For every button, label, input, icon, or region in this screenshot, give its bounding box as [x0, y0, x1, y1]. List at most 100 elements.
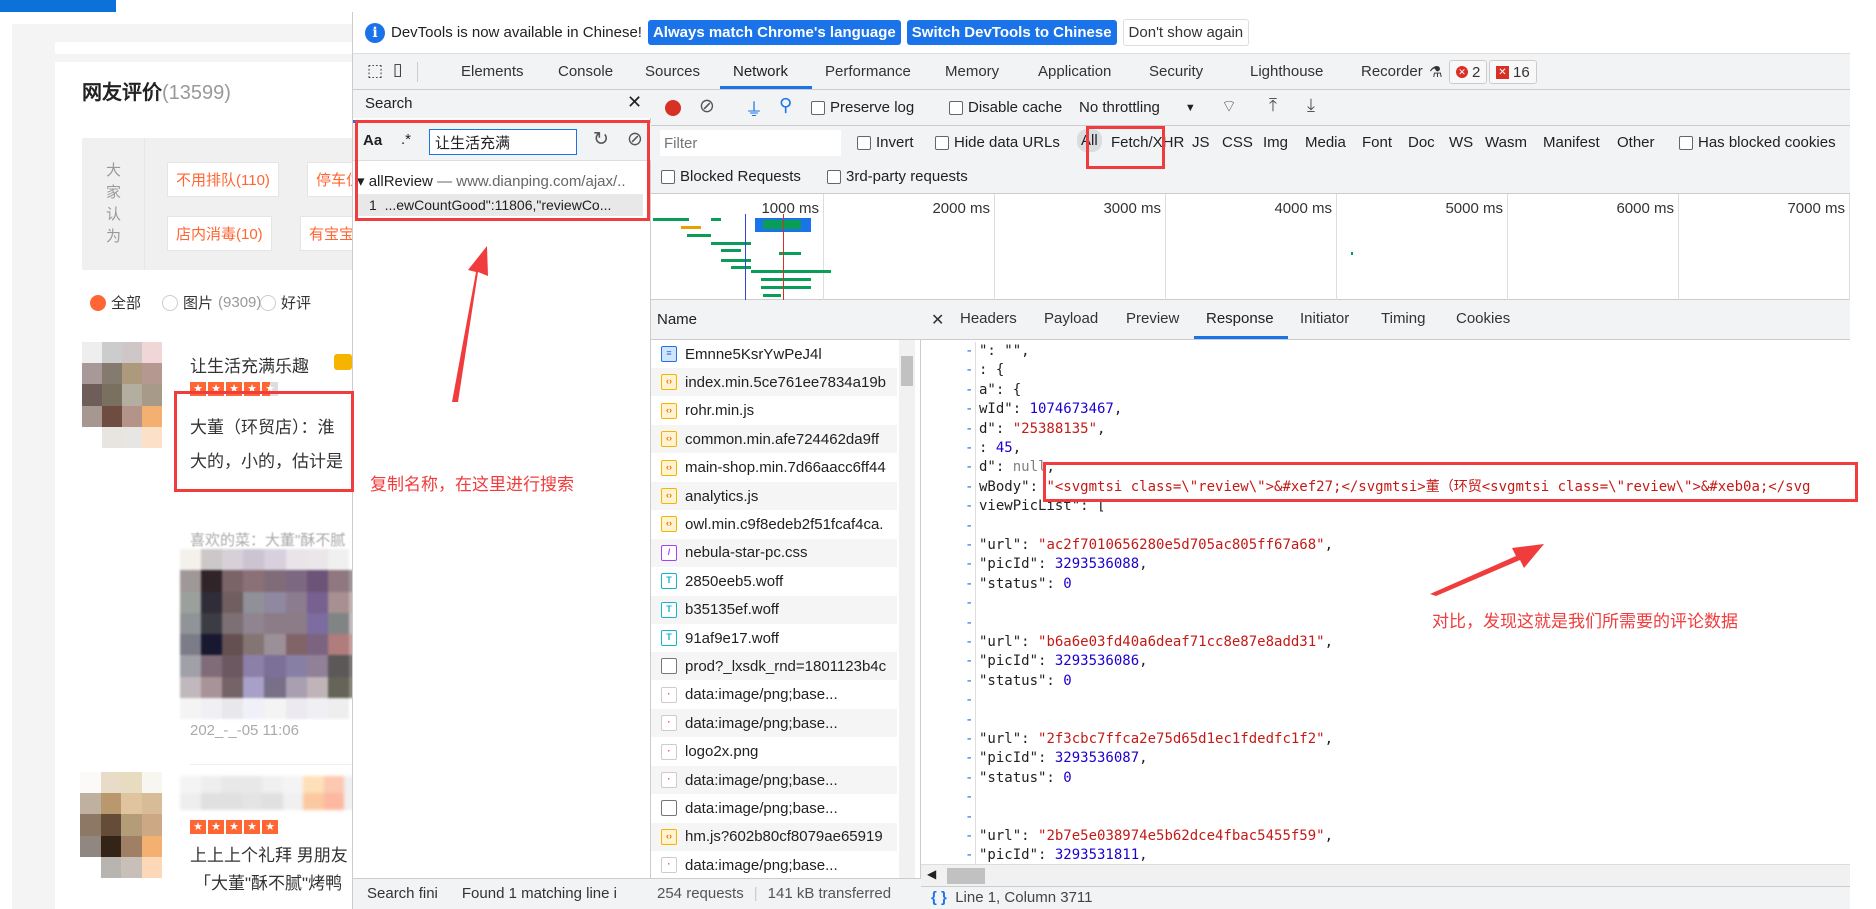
third-party-checkbox[interactable]: 3rd-party requests: [827, 168, 968, 185]
issues-badge[interactable]: ✕ 16: [1489, 60, 1537, 84]
reviewer-name[interactable]: 让生活充满乐趣: [190, 352, 309, 377]
request-row[interactable]: ≡ Emnne5KsrYwPeJ4l: [651, 340, 897, 368]
response-body[interactable]: - ": "", -: {- a": {- wId": 1074673467, - d": …: [921, 342, 1850, 864]
tab-application[interactable]: Application: [1038, 63, 1111, 80]
request-row[interactable]: prod?_lxsdk_rnd=1801123b4c: [651, 652, 897, 681]
checkbox[interactable]: [857, 135, 871, 150]
filter-all[interactable]: 全部: [90, 292, 141, 313]
dont-show-again-button[interactable]: Don't show again: [1122, 19, 1250, 46]
pretty-print-icon[interactable]: { }: [931, 889, 947, 906]
request-row[interactable]: · logo2x.png: [651, 738, 897, 766]
type-ws[interactable]: WS: [1449, 134, 1473, 151]
invert-checkbox[interactable]: Invert: [857, 134, 914, 151]
checkbox[interactable]: [811, 100, 825, 115]
import-har-icon[interactable]: ⤒: [1269, 95, 1277, 116]
tab-headers[interactable]: Headers: [960, 310, 1017, 327]
request-row[interactable]: T 91af9e17.woff: [651, 624, 897, 652]
tab-payload[interactable]: Payload: [1044, 310, 1098, 327]
scroll-left-icon[interactable]: ◀: [927, 867, 936, 881]
checkbox[interactable]: [935, 135, 949, 150]
tab-timing[interactable]: Timing: [1381, 310, 1425, 327]
name-column-header[interactable]: Name: [651, 300, 921, 340]
close-icon[interactable]: ✕: [627, 92, 642, 113]
clear-icon[interactable]: ⊘: [699, 95, 715, 118]
fold-marker: -: [965, 847, 974, 864]
type-wasm[interactable]: Wasm: [1485, 134, 1527, 151]
tag[interactable]: 店内消毒(10): [167, 216, 272, 251]
request-row[interactable]: ‹› index.min.5ce761ee7834a19b: [651, 368, 897, 397]
has-blocked-cookies-checkbox[interactable]: Has blocked cookies: [1679, 134, 1836, 151]
request-row[interactable]: ‹› main-shop.min.7d66aacc6ff44: [651, 454, 897, 482]
scroll-thumb[interactable]: [947, 868, 985, 884]
search-icon[interactable]: ⚲: [779, 95, 792, 116]
checkbox[interactable]: [949, 100, 963, 115]
filter-good[interactable]: 好评: [260, 292, 311, 313]
tab-memory[interactable]: Memory: [945, 63, 999, 80]
inspect-element-icon[interactable]: ⬚: [367, 61, 383, 81]
always-match-language-button[interactable]: Always match Chrome's language: [647, 20, 901, 45]
tab-sources[interactable]: Sources: [645, 63, 700, 80]
disable-cache-checkbox[interactable]: Disable cache: [949, 99, 1062, 116]
switch-to-chinese-button[interactable]: Switch DevTools to Chinese: [906, 20, 1117, 45]
record-icon[interactable]: [665, 100, 681, 116]
close-icon[interactable]: ✕: [931, 310, 944, 330]
request-row[interactable]: ‹› common.min.afe724462da9ff: [651, 425, 897, 454]
avatar[interactable]: [82, 342, 162, 448]
tab-lighthouse[interactable]: Lighthouse: [1250, 63, 1323, 80]
type-other[interactable]: Other: [1617, 134, 1655, 151]
tab-initiator[interactable]: Initiator: [1300, 310, 1349, 327]
avatar[interactable]: [80, 772, 162, 878]
checkbox[interactable]: [661, 169, 675, 184]
request-row[interactable]: ‹› rohr.min.js: [651, 397, 897, 425]
hide-data-urls-checkbox[interactable]: Hide data URLs: [935, 134, 1060, 151]
checkbox[interactable]: [827, 169, 841, 184]
tab-security[interactable]: Security: [1149, 63, 1203, 80]
type-img[interactable]: Img: [1263, 134, 1288, 151]
type-css[interactable]: CSS: [1222, 134, 1253, 151]
checkbox[interactable]: [1679, 135, 1693, 150]
filter-icon[interactable]: ⏚: [745, 96, 763, 122]
tab-performance[interactable]: Performance: [825, 63, 911, 80]
tag[interactable]: 不用排队(110): [167, 162, 279, 197]
blocked-requests-checkbox[interactable]: Blocked Requests: [661, 168, 801, 185]
tag[interactable]: 有宝宝: [300, 216, 352, 251]
request-row[interactable]: data:image/png;base...: [651, 794, 897, 822]
tab-cookies[interactable]: Cookies: [1456, 310, 1510, 327]
request-row[interactable]: ‹› hm.js?602b80cf8079ae65919: [651, 822, 897, 851]
request-row[interactable]: · data:image/png;base...: [651, 851, 897, 879]
horizontal-scrollbar[interactable]: ◀: [921, 864, 1850, 886]
filter-input[interactable]: [660, 130, 841, 156]
vertical-scrollbar[interactable]: [899, 340, 915, 880]
network-overview-timeline[interactable]: 1000 ms 2000 ms 3000 ms 4000 ms 5000 ms 6000 …: [651, 194, 1850, 300]
scroll-thumb[interactable]: [901, 356, 913, 386]
js-file-icon: ‹›: [661, 431, 677, 448]
request-row[interactable]: / nebula-star-pc.css: [651, 538, 897, 567]
request-row[interactable]: · data:image/png;base...: [651, 766, 897, 794]
tab-response[interactable]: Response: [1206, 310, 1274, 327]
tab-console[interactable]: Console: [558, 63, 613, 80]
tag[interactable]: 停车位: [307, 162, 352, 197]
tab-preview[interactable]: Preview: [1126, 310, 1179, 327]
type-media[interactable]: Media: [1305, 134, 1346, 151]
errors-badge[interactable]: ✕ 2: [1449, 60, 1488, 84]
review-photo[interactable]: [180, 549, 352, 719]
export-har-icon[interactable]: ⤓: [1307, 95, 1315, 116]
tab-elements[interactable]: Elements: [461, 63, 524, 80]
type-font[interactable]: Font: [1362, 134, 1392, 151]
network-conditions-icon[interactable]: ⌔: [1221, 96, 1237, 117]
type-doc[interactable]: Doc: [1408, 134, 1435, 151]
throttling-select[interactable]: No throttling ▼: [1079, 99, 1196, 116]
filter-pictures[interactable]: 图片 (9309): [162, 292, 261, 313]
request-row[interactable]: ‹› analytics.js: [651, 482, 897, 510]
device-toolbar-icon[interactable]: ▯: [393, 60, 402, 80]
request-row[interactable]: · data:image/png;base...: [651, 709, 897, 738]
preserve-log-checkbox[interactable]: Preserve log: [811, 99, 914, 116]
request-row[interactable]: Tb35135ef.woff: [651, 595, 897, 624]
request-row[interactable]: · data:image/png;base...: [651, 681, 897, 709]
tab-recorder[interactable]: Recorder: [1361, 63, 1423, 80]
tab-network[interactable]: Network: [733, 63, 788, 80]
type-manifest[interactable]: Manifest: [1543, 134, 1600, 151]
request-row[interactable]: T 2850eeb5.woff: [651, 567, 897, 595]
type-js[interactable]: JS: [1192, 134, 1210, 151]
request-row[interactable]: ‹› owl.min.c9f8edeb2f51fcaf4ca.: [651, 510, 897, 538]
